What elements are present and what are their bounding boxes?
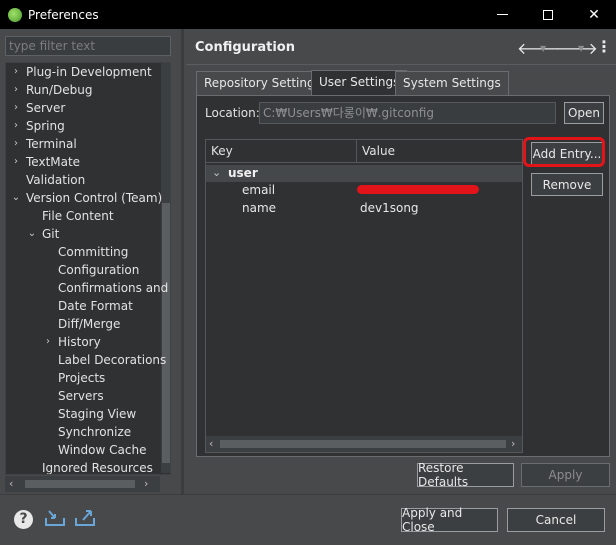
tree-item[interactable]: Terminal — [26, 135, 77, 153]
column-header-key[interactable]: Key — [211, 144, 233, 158]
scroll-left-icon[interactable]: ‹ — [9, 476, 13, 492]
table-scroll-left-icon[interactable]: ‹ — [209, 436, 213, 452]
table-hscroll-thumb[interactable] — [220, 440, 506, 448]
tree-item[interactable]: Diff/Merge — [58, 315, 120, 333]
column-header-value[interactable]: Value — [362, 144, 395, 158]
tree-item[interactable]: Version Control (Team) — [26, 189, 162, 207]
title-bar: Preferences ✕ — [0, 0, 616, 29]
tree-item[interactable]: Configuration — [58, 261, 139, 279]
tree-item[interactable]: Validation — [26, 171, 85, 189]
scroll-right-icon[interactable]: › — [144, 476, 148, 492]
tree-item[interactable]: Staging View — [58, 405, 136, 423]
back-arrow-icon[interactable]: 🡐 — [517, 38, 560, 58]
filter-input[interactable] — [5, 36, 171, 56]
tree-item[interactable]: History — [58, 333, 101, 351]
tree-item[interactable]: File Content — [42, 207, 114, 225]
tree-hscroll-thumb[interactable] — [25, 480, 135, 488]
highlight-annotation — [523, 137, 605, 167]
open-button[interactable]: Open — [564, 102, 604, 124]
view-menu-icon[interactable]: ⋮ — [596, 37, 612, 56]
export-icon[interactable] — [74, 508, 96, 528]
tree-item[interactable]: Server — [26, 99, 65, 117]
row-name-value[interactable]: dev1song — [360, 201, 419, 215]
table-scroll-right-icon[interactable]: › — [511, 436, 515, 452]
chevron-right-icon[interactable]: › — [11, 63, 21, 81]
tree-horizontal-scrollbar[interactable]: ‹ › — [5, 476, 160, 492]
tree-scroll-thumb[interactable] — [162, 203, 170, 463]
forward-dropdown-icon[interactable]: ▼ — [578, 44, 584, 53]
import-icon[interactable] — [44, 508, 66, 528]
tree-vertical-scrollbar[interactable] — [161, 63, 170, 473]
chevron-down-icon[interactable]: ⌄ — [27, 225, 37, 243]
remove-button[interactable]: Remove — [531, 173, 603, 196]
maximize-button[interactable] — [525, 0, 571, 29]
table-header: Key Value — [206, 140, 522, 163]
tree-item[interactable]: Run/Debug — [26, 81, 93, 99]
preference-tree[interactable]: › Plug-in Development › Run/Debug › Server › Sp… — [5, 62, 171, 475]
minimize-button[interactable] — [479, 0, 525, 29]
apply-button[interactable]: Apply — [521, 463, 610, 487]
window-title: Preferences — [28, 7, 99, 22]
restore-defaults-button[interactable]: Restore Defaults — [417, 461, 514, 489]
header-separator — [186, 64, 616, 65]
footer-separator — [0, 494, 616, 495]
tree-item[interactable]: Plug-in Development — [26, 63, 152, 81]
cancel-button[interactable]: Cancel — [507, 508, 605, 532]
table-group-row[interactable]: ⌄ user — [206, 165, 522, 182]
chevron-right-icon[interactable]: › — [43, 333, 53, 351]
tree-item[interactable]: Git — [42, 225, 59, 243]
location-label: Location: — [205, 106, 260, 120]
tab-system-settings[interactable]: System Settings — [395, 71, 509, 95]
tree-item[interactable]: Spring — [26, 117, 65, 135]
chevron-right-icon[interactable]: › — [11, 117, 21, 135]
close-button[interactable]: ✕ — [571, 0, 616, 29]
tree-item[interactable]: Synchronize — [58, 423, 131, 441]
tree-item[interactable]: Confirmations and — [58, 279, 168, 297]
row-email-key[interactable]: email — [242, 183, 275, 197]
group-label: user — [228, 166, 258, 180]
eclipse-app-icon — [8, 7, 22, 22]
email-redaction-mark — [357, 185, 479, 194]
tree-item[interactable]: Committing — [58, 243, 128, 261]
page-title: Configuration — [195, 40, 295, 55]
chevron-down-icon[interactable]: ⌄ — [11, 189, 21, 207]
chevron-right-icon[interactable]: › — [11, 81, 21, 99]
tree-item[interactable]: TextMate — [26, 153, 80, 171]
chevron-right-icon[interactable]: › — [11, 99, 21, 117]
back-dropdown-icon[interactable]: ▼ — [540, 44, 546, 53]
tab-user-settings[interactable]: User Settings — [311, 70, 408, 95]
chevron-down-icon[interactable]: ⌄ — [212, 166, 221, 179]
sash-divider[interactable] — [181, 29, 184, 494]
table-horizontal-scrollbar[interactable]: ‹ › — [206, 436, 522, 452]
help-icon[interactable]: ? — [14, 510, 33, 529]
chevron-right-icon[interactable]: › — [11, 153, 21, 171]
row-name-key[interactable]: name — [242, 201, 276, 215]
tree-item[interactable]: Projects — [58, 369, 105, 387]
apply-and-close-button[interactable]: Apply and Close — [401, 506, 498, 534]
tree-item[interactable]: Window Cache — [58, 441, 146, 459]
chevron-right-icon[interactable]: › — [11, 135, 21, 153]
tree-item[interactable]: Ignored Resources — [42, 459, 153, 474]
tree-item[interactable]: Servers — [58, 387, 104, 405]
tab-repository-settings[interactable]: Repository Settings — [196, 71, 329, 95]
location-field: C:₩Users₩다롱이₩.gitconfig — [259, 102, 556, 124]
column-separator[interactable] — [356, 140, 357, 163]
tree-item[interactable]: Label Decorations — [58, 351, 166, 369]
tree-item[interactable]: Date Format — [58, 297, 133, 315]
forward-arrow-icon[interactable]: 🡒 — [555, 38, 598, 58]
